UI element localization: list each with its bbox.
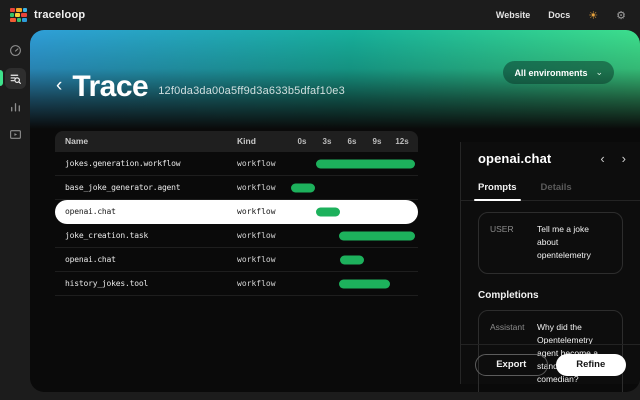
trace-table-body: jokes.generation.workflowworkflowbase_jo…	[55, 152, 418, 296]
screen-play-icon	[5, 124, 26, 145]
span-kind: workflow	[237, 200, 276, 224]
next-span-chevron-icon[interactable]: ›	[622, 152, 626, 165]
theme-sun-icon[interactable]: ☀	[588, 9, 598, 22]
table-row[interactable]: openai.chat workflow	[55, 248, 418, 272]
tick-label: 9s	[373, 131, 382, 152]
refine-button[interactable]: Refine	[556, 354, 627, 376]
docs-link[interactable]: Docs	[548, 10, 570, 20]
trace-table-header: Name Kind 0s 3s 6s 9s 12s	[55, 131, 418, 152]
span-duration-bar	[316, 160, 415, 169]
trace-id: 12f0da3da00a5ff9d3a633b5dfaf10e3	[158, 77, 345, 97]
span-kind: workflow	[237, 152, 276, 176]
span-duration-track	[288, 272, 418, 296]
span-name: base_joke_generator.agent	[65, 176, 180, 200]
span-duration-bar	[340, 256, 364, 265]
span-kind: workflow	[237, 272, 276, 296]
span-duration-track	[288, 248, 418, 272]
completions-heading: Completions	[478, 290, 623, 301]
environment-dropdown-label: All environments	[514, 68, 587, 78]
settings-gear-icon[interactable]: ⚙	[616, 9, 626, 22]
sidebar-item-dashboard[interactable]	[0, 36, 30, 64]
table-row[interactable]: history_jokes.tool workflow	[55, 272, 418, 296]
span-detail-title: openai.chat	[478, 151, 551, 166]
bar-chart-icon	[5, 96, 26, 117]
table-row[interactable]: openai.chat workflow	[55, 200, 418, 224]
tick-label: 6s	[348, 131, 357, 152]
main-panel: ‹ Trace 12f0da3da00a5ff9d3a633b5dfaf10e3…	[30, 30, 640, 392]
trace-header-gradient: ‹ Trace 12f0da3da00a5ff9d3a633b5dfaf10e3…	[30, 30, 640, 132]
message-box: USERTell me a joke about opentelemetry	[478, 212, 623, 274]
gauge-icon	[5, 40, 26, 61]
span-kind: workflow	[237, 176, 276, 200]
span-duration-bar	[291, 184, 315, 193]
export-button[interactable]: Export	[475, 354, 548, 376]
table-row[interactable]: jokes.generation.workflow workflow	[55, 152, 418, 176]
timeline-ticks: 0s 3s 6s 9s 12s	[288, 131, 418, 152]
traceloop-logo-icon	[10, 8, 27, 22]
span-detail-panel: openai.chat ‹ › Prompts Details USERTell …	[460, 142, 640, 384]
span-name: joke_creation.task	[65, 224, 148, 248]
detail-footer: Export Refine	[461, 344, 640, 384]
tab-details[interactable]: Details	[541, 174, 572, 200]
chevron-down-icon: ⌄	[595, 68, 603, 77]
page-title: Trace	[72, 70, 148, 104]
span-kind: workflow	[237, 248, 276, 272]
tick-label: 0s	[298, 131, 307, 152]
sidebar	[0, 30, 30, 400]
brand-name: traceloop	[34, 9, 85, 21]
tick-label: 12s	[395, 131, 408, 152]
detail-body: USERTell me a joke about opentelemetry C…	[478, 212, 623, 342]
message-role: USER	[490, 223, 537, 263]
website-link[interactable]: Website	[496, 10, 530, 20]
tab-prompts[interactable]: Prompts	[478, 174, 517, 200]
message-text: Tell me a joke about opentelemetry	[537, 223, 611, 263]
table-row[interactable]: base_joke_generator.agent workflow	[55, 176, 418, 200]
prompts-list: USERTell me a joke about opentelemetry	[478, 212, 623, 274]
column-header-kind: Kind	[237, 131, 256, 152]
sidebar-item-traces[interactable]	[0, 64, 30, 92]
environment-dropdown[interactable]: All environments ⌄	[503, 61, 614, 84]
span-duration-track	[288, 176, 418, 200]
span-duration-track	[288, 224, 418, 248]
span-duration-bar	[339, 280, 390, 289]
top-bar: traceloop Website Docs ☀ ⚙	[0, 0, 640, 30]
prev-span-chevron-icon[interactable]: ‹	[600, 152, 604, 165]
trace-table: Name Kind 0s 3s 6s 9s 12s jokes.generation.w…	[55, 131, 418, 296]
sidebar-item-metrics[interactable]	[0, 92, 30, 120]
column-header-name: Name	[65, 131, 88, 152]
sidebar-item-playground[interactable]	[0, 120, 30, 148]
table-row[interactable]: joke_creation.task workflow	[55, 224, 418, 248]
detail-tabs: Prompts Details	[461, 174, 640, 201]
span-name: history_jokes.tool	[65, 272, 148, 296]
span-duration-track	[288, 200, 418, 224]
span-name: jokes.generation.workflow	[65, 152, 180, 176]
span-duration-bar	[316, 208, 340, 217]
trace-search-icon	[5, 68, 26, 89]
back-chevron-icon[interactable]: ‹	[56, 76, 62, 98]
span-duration-bar	[339, 232, 415, 241]
span-duration-track	[288, 152, 418, 176]
span-name: openai.chat	[65, 200, 116, 224]
span-kind: workflow	[237, 224, 276, 248]
tick-label: 3s	[323, 131, 332, 152]
span-name: openai.chat	[65, 248, 116, 272]
